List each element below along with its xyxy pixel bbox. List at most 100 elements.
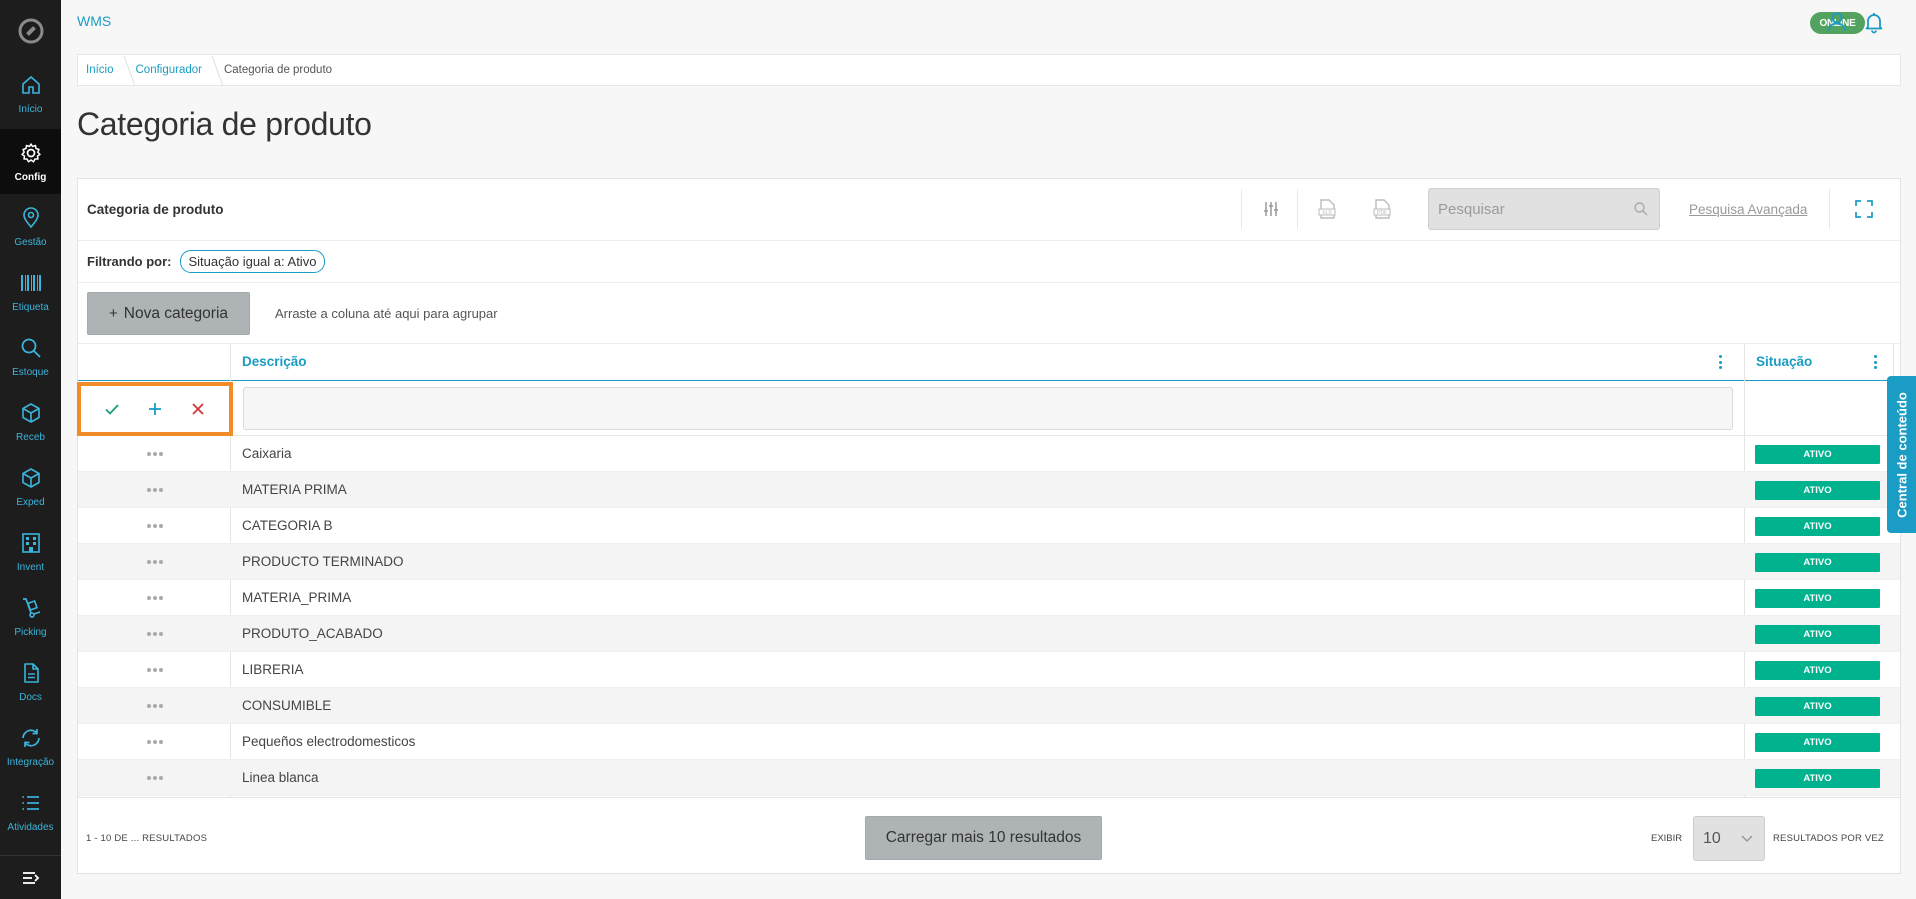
row-actions-icon[interactable] bbox=[147, 740, 163, 744]
row-actions-icon[interactable] bbox=[147, 452, 163, 456]
column-menu-icon[interactable] bbox=[1868, 353, 1882, 371]
column-divider bbox=[230, 344, 231, 381]
table-row[interactable]: PRODUTO_ACABADO ATIVO bbox=[78, 616, 1900, 652]
filter-chip[interactable]: Situação igual a: Ativo bbox=[179, 250, 326, 273]
app-name: WMS bbox=[77, 13, 112, 29]
sidebar-item-label: Docs bbox=[19, 692, 42, 703]
advanced-search-link[interactable]: Pesquisa Avançada bbox=[1689, 202, 1807, 217]
sidebar-item-inicio[interactable]: Início bbox=[0, 61, 61, 126]
export-xls-icon[interactable]: XLS bbox=[1315, 197, 1339, 221]
sidebar-item-invent[interactable]: Invent bbox=[0, 519, 61, 584]
row-edit-actions bbox=[77, 382, 233, 436]
sidebar-item-docs[interactable]: Docs bbox=[0, 649, 61, 714]
result-count: 1 - 10 DE ... RESULTADOS bbox=[86, 833, 208, 844]
show-label: EXIBIR bbox=[1651, 833, 1683, 844]
row-description: Linea blanca bbox=[242, 770, 319, 785]
column-header-situacao[interactable]: Situação bbox=[1756, 354, 1812, 369]
toolbar-divider bbox=[1297, 189, 1298, 229]
sidebar-item-integracao[interactable]: Integração bbox=[0, 714, 61, 779]
row-description: CONSUMIBLE bbox=[242, 698, 332, 713]
hand-truck-icon bbox=[22, 598, 40, 618]
barcode-icon bbox=[20, 275, 41, 291]
row-description: MATERIA PRIMA bbox=[242, 482, 347, 497]
main-panel: Categoria de produto XLS PDF Pesquisa Av… bbox=[77, 178, 1901, 874]
table-row[interactable]: CATEGORIA B ATIVO bbox=[78, 508, 1900, 544]
row-description: LIBRERIA bbox=[242, 662, 304, 677]
column-settings-icon[interactable] bbox=[1259, 197, 1283, 221]
column-menu-icon[interactable] bbox=[1713, 353, 1727, 371]
new-category-button[interactable]: + Nova categoria bbox=[87, 292, 250, 335]
search-field[interactable] bbox=[1428, 188, 1660, 230]
page-size-select[interactable]: 10 bbox=[1693, 816, 1765, 861]
svg-text:PDF: PDF bbox=[1377, 210, 1387, 216]
row-description: PRODUTO_ACABADO bbox=[242, 626, 383, 641]
grid-rows: Caixaria ATIVO MATERIA PRIMA ATIVO CATEG… bbox=[78, 436, 1900, 796]
search-icon bbox=[21, 338, 41, 358]
filter-label: Filtrando por: bbox=[87, 254, 172, 269]
list-icon bbox=[22, 796, 39, 810]
close-icon[interactable] bbox=[186, 397, 210, 421]
sidebar-item-label: Integração bbox=[6, 757, 55, 768]
add-icon[interactable] bbox=[143, 397, 167, 421]
sidebar-toggle-button[interactable] bbox=[0, 855, 61, 899]
column-header-descricao[interactable]: Descrição bbox=[242, 354, 307, 369]
sidebar-item-config[interactable]: Config bbox=[0, 129, 61, 194]
status-badge: ATIVO bbox=[1755, 697, 1880, 716]
table-row[interactable]: MATERIA_PRIMA ATIVO bbox=[78, 580, 1900, 616]
row-actions-icon[interactable] bbox=[147, 704, 163, 708]
sidebar-item-gestao[interactable]: Gestão bbox=[0, 194, 61, 259]
sidebar-item-picking[interactable]: Picking bbox=[0, 584, 61, 649]
new-row-editor bbox=[77, 381, 1900, 436]
search-icon[interactable] bbox=[1633, 201, 1649, 222]
user-icon[interactable] bbox=[1825, 10, 1849, 34]
sync-icon bbox=[21, 729, 40, 747]
table-row[interactable]: Pequeños electrodomesticos ATIVO bbox=[78, 724, 1900, 760]
sidebar-item-etiqueta[interactable]: Etiqueta bbox=[0, 259, 61, 324]
group-row: + Nova categoria Arraste a coluna até aq… bbox=[78, 283, 1900, 344]
table-row[interactable]: Linea blanca ATIVO bbox=[78, 760, 1900, 796]
table-row[interactable]: MATERIA PRIMA ATIVO bbox=[78, 472, 1900, 508]
row-actions-icon[interactable] bbox=[147, 596, 163, 600]
breadcrumb-item-inicio[interactable]: Início bbox=[86, 64, 136, 76]
sidebar-item-label: Invent bbox=[16, 562, 45, 573]
app-logo[interactable] bbox=[0, 0, 61, 61]
row-actions-icon[interactable] bbox=[147, 524, 163, 528]
search-input[interactable] bbox=[1438, 200, 1628, 218]
breadcrumb-item-configurador[interactable]: Configurador bbox=[136, 64, 224, 76]
sidebar-item-atividades[interactable]: Atividades bbox=[0, 779, 61, 844]
content-center-label: Central de conteúdo bbox=[1894, 391, 1909, 518]
breadcrumb: Início Configurador Categoria de produto bbox=[77, 54, 1901, 86]
row-actions-icon[interactable] bbox=[147, 488, 163, 492]
confirm-icon[interactable] bbox=[100, 397, 124, 421]
row-description: PRODUCTO TERMINADO bbox=[242, 554, 404, 569]
row-actions-icon[interactable] bbox=[147, 776, 163, 780]
panel-header: Categoria de produto XLS PDF Pesquisa Av… bbox=[78, 179, 1900, 241]
content-center-tab[interactable]: Central de conteúdo bbox=[1887, 376, 1916, 533]
sidebar-item-estoque[interactable]: Estoque bbox=[0, 324, 61, 389]
box-icon bbox=[21, 403, 40, 423]
breadcrumb-current: Categoria de produto bbox=[223, 64, 333, 76]
row-description: MATERIA_PRIMA bbox=[242, 590, 352, 605]
box-outline-icon bbox=[21, 468, 40, 488]
bell-icon[interactable] bbox=[1862, 10, 1886, 34]
row-actions-icon[interactable] bbox=[147, 668, 163, 672]
sidebar-item-exped[interactable]: Exped bbox=[0, 454, 61, 519]
sidebar-item-label: Picking bbox=[14, 627, 47, 638]
sidebar-item-receb[interactable]: Receb bbox=[0, 389, 61, 454]
table-row[interactable]: PRODUCTO TERMINADO ATIVO bbox=[78, 544, 1900, 580]
table-row[interactable]: Caixaria ATIVO bbox=[78, 436, 1900, 472]
status-badge: ATIVO bbox=[1755, 769, 1880, 788]
row-actions-icon[interactable] bbox=[147, 560, 163, 564]
row-description: Pequeños electrodomesticos bbox=[242, 734, 416, 749]
export-pdf-icon[interactable]: PDF bbox=[1370, 197, 1394, 221]
table-row[interactable]: LIBRERIA ATIVO bbox=[78, 652, 1900, 688]
table-row[interactable]: CONSUMIBLE ATIVO bbox=[78, 688, 1900, 724]
location-pin-icon bbox=[22, 207, 39, 229]
row-actions-icon[interactable] bbox=[147, 632, 163, 636]
status-badge: ATIVO bbox=[1755, 445, 1880, 464]
fullscreen-icon[interactable] bbox=[1852, 197, 1876, 221]
status-badge: ATIVO bbox=[1755, 733, 1880, 752]
load-more-button[interactable]: Carregar mais 10 resultados bbox=[865, 816, 1102, 860]
description-input[interactable] bbox=[243, 387, 1733, 430]
filter-row: Filtrando por: Situação igual a: Ativo bbox=[78, 241, 1900, 283]
